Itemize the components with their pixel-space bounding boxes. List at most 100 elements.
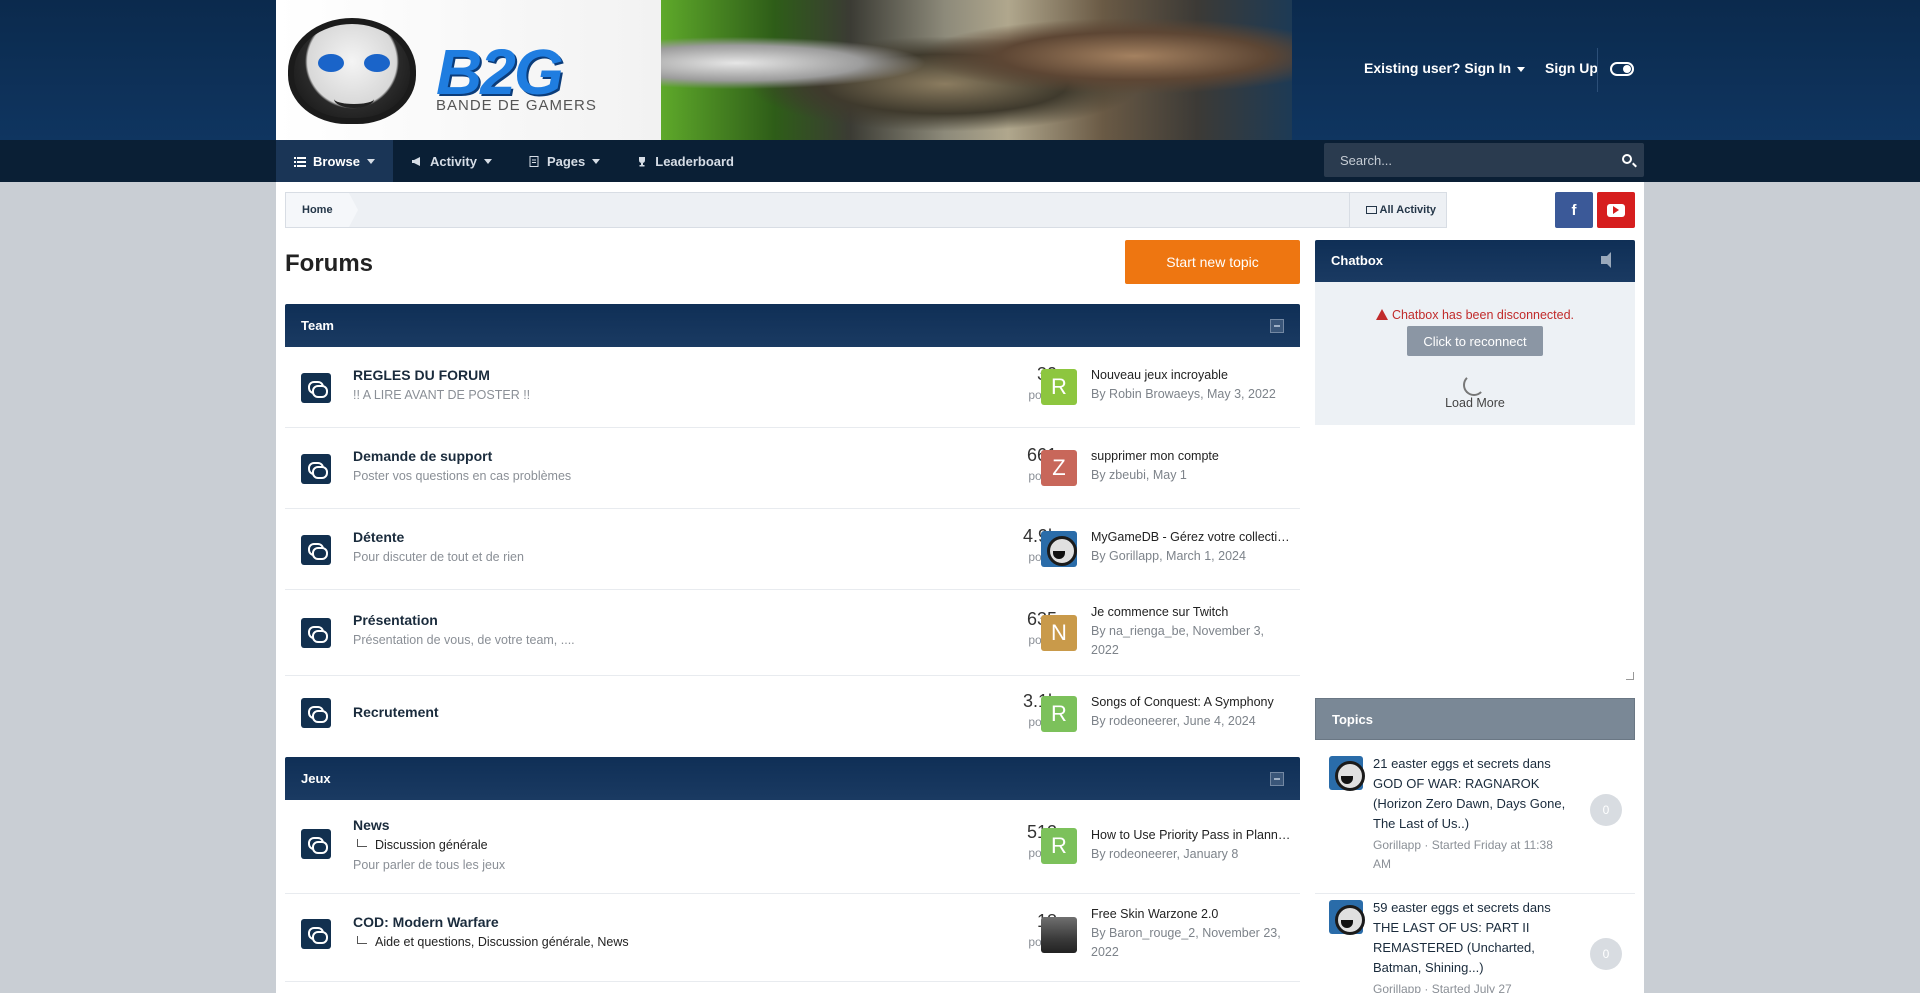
- forum-row[interactable]: Présentation Présentation de vous, de vo…: [285, 590, 1300, 676]
- avatar[interactable]: R: [1041, 828, 1077, 864]
- subforum-tree-icon: [357, 839, 367, 847]
- topic-meta: Gorillapp · Started Friday at 11:38 AM: [1373, 838, 1553, 871]
- speaker-icon[interactable]: [1601, 252, 1611, 268]
- category-header-team[interactable]: Team: [285, 304, 1300, 347]
- site-banner[interactable]: B2G BANDE DE GAMERS: [276, 0, 1292, 140]
- forum-title[interactable]: Présentation: [353, 612, 438, 628]
- search-icon[interactable]: [1622, 154, 1632, 164]
- avatar[interactable]: [1329, 756, 1365, 791]
- start-new-topic-button[interactable]: Start new topic: [1125, 240, 1300, 284]
- facebook-icon: f: [1571, 201, 1577, 219]
- forum-chat-icon: [301, 919, 331, 949]
- document-icon: [529, 155, 539, 167]
- youtube-button[interactable]: [1597, 192, 1635, 228]
- forum-row[interactable]: News Discussion générale Pour parler de …: [285, 800, 1300, 894]
- reply-count-badge: 0: [1590, 938, 1622, 970]
- resize-handle-icon[interactable]: [1626, 672, 1634, 680]
- avatar[interactable]: R: [1041, 696, 1077, 732]
- forum-title[interactable]: COD: Modern Warfare: [353, 914, 499, 930]
- last-post-meta: By Gorillapp, March 1, 2024: [1091, 549, 1246, 563]
- forum-description: Pour parler de tous les jeux: [353, 858, 506, 872]
- category-title: Jeux: [301, 771, 331, 786]
- forum-row[interactable]: Détente Pour discuter de tout et de rien…: [285, 509, 1300, 590]
- forum-chat-icon: [301, 698, 331, 728]
- nav-leaderboard[interactable]: Leaderboard: [618, 140, 752, 182]
- forum-description: !! A LIRE AVANT DE POSTER !!: [353, 388, 531, 402]
- avatar[interactable]: [1329, 900, 1365, 935]
- subforum-tree-icon: [357, 936, 367, 944]
- last-post-title[interactable]: MyGameDB - Gérez votre collection: [1091, 530, 1291, 544]
- forum-title[interactable]: Demande de support: [353, 448, 492, 464]
- forum-chat-icon: [301, 618, 331, 648]
- sign-in-label: Existing user? Sign In: [1364, 60, 1512, 76]
- topic-item[interactable]: 21 easter eggs et secrets dans GOD OF WA…: [1315, 754, 1635, 894]
- nav-activity-label: Activity: [429, 153, 477, 169]
- last-post-meta: By na_rienga_be, November 3, 2022: [1091, 624, 1265, 657]
- last-post-title[interactable]: Free Skin Warzone 2.0: [1091, 907, 1291, 921]
- subforum-link[interactable]: Discussion générale: [375, 838, 488, 852]
- forum-row[interactable]: COD: Modern Warfare Aide et questions, D…: [285, 894, 1300, 982]
- chevron-down-icon: [366, 158, 375, 164]
- trophy-icon: [639, 156, 646, 166]
- chatbox-disconnected-text: Chatbox has been disconnected.: [1391, 308, 1575, 322]
- theme-toggle-icon[interactable]: [1610, 62, 1634, 76]
- nav-pages[interactable]: Pages: [510, 140, 618, 182]
- breadcrumb: Home All Activity: [285, 192, 1447, 228]
- subforum-links[interactable]: Aide et questions, Discussion générale, …: [375, 935, 629, 949]
- search-input[interactable]: [1324, 143, 1604, 177]
- header-divider: [1597, 48, 1598, 92]
- avatar[interactable]: N: [1041, 615, 1077, 651]
- topic-item[interactable]: 59 easter eggs et secrets dans THE LAST …: [1315, 898, 1635, 993]
- last-post-title[interactable]: Je commence sur Twitch: [1091, 605, 1291, 619]
- forum-title[interactable]: REGLES DU FORUM: [353, 367, 490, 383]
- sign-in-link[interactable]: Existing user? Sign In: [1364, 60, 1526, 76]
- collapse-icon[interactable]: [1270, 772, 1284, 786]
- topics-header: Topics: [1315, 698, 1635, 740]
- subforum-list: Discussion générale: [353, 838, 488, 852]
- forum-title[interactable]: Recrutement: [353, 704, 439, 720]
- all-activity-label: All Activity: [1379, 204, 1436, 216]
- nav-browse-label: Browse: [313, 153, 360, 169]
- chatbox-header: Chatbox: [1315, 240, 1635, 282]
- collapse-icon[interactable]: [1270, 319, 1284, 333]
- last-post-title[interactable]: Songs of Conquest: A Symphony: [1091, 695, 1291, 709]
- user-links: Existing user? Sign In Sign Up: [1364, 60, 1598, 76]
- forum-row[interactable]: Recrutement 3.1k posts R Songs of Conque…: [285, 676, 1300, 757]
- forum-description: Présentation de vous, de votre team, ...…: [353, 633, 575, 647]
- reconnect-button[interactable]: Click to reconnect: [1407, 326, 1543, 356]
- facebook-button[interactable]: f: [1555, 192, 1593, 228]
- list-icon: [294, 156, 306, 167]
- avatar[interactable]: Z: [1041, 450, 1077, 486]
- forum-title[interactable]: News: [353, 817, 390, 833]
- forum-title[interactable]: Détente: [353, 529, 404, 545]
- forum-description: Pour discuter de tout et de rien: [353, 550, 524, 564]
- site-logo-subtitle: BANDE DE GAMERS: [436, 97, 597, 114]
- sign-up-link[interactable]: Sign Up: [1545, 60, 1598, 76]
- breadcrumb-home[interactable]: Home: [286, 193, 358, 227]
- main-nav: Browse Activity Pages Leaderboard: [0, 140, 1920, 182]
- topic-title[interactable]: 21 easter eggs et secrets dans GOD OF WA…: [1373, 754, 1568, 834]
- last-post-meta: By zbeubi, May 1: [1091, 468, 1187, 482]
- last-post-title[interactable]: How to Use Priority Pass in Planning: [1091, 828, 1291, 842]
- avatar[interactable]: [1041, 917, 1077, 953]
- avatar[interactable]: [1041, 531, 1077, 567]
- category-header-jeux[interactable]: Jeux: [285, 757, 1300, 800]
- chevron-down-icon: [592, 158, 601, 164]
- category-title: Team: [301, 318, 334, 333]
- all-activity-link[interactable]: All Activity: [1348, 193, 1446, 227]
- load-more-link[interactable]: Load More: [1315, 396, 1635, 410]
- chatbox-status: Chatbox has been disconnected.: [1315, 308, 1635, 322]
- last-post-title[interactable]: supprimer mon compte: [1091, 449, 1291, 463]
- nav-pages-label: Pages: [546, 153, 586, 169]
- topic-title[interactable]: 59 easter eggs et secrets dans THE LAST …: [1373, 898, 1568, 978]
- last-post-title[interactable]: Nouveau jeux incroyable: [1091, 368, 1291, 382]
- forum-row[interactable]: Demande de support Poster vos questions …: [285, 428, 1300, 509]
- forum-row[interactable]: REGLES DU FORUM !! A LIRE AVANT DE POSTE…: [285, 347, 1300, 428]
- mascot-logo-icon: [288, 18, 416, 124]
- nav-browse[interactable]: Browse: [276, 140, 393, 182]
- loading-spinner-icon: [1463, 374, 1485, 396]
- avatar[interactable]: R: [1041, 369, 1077, 405]
- nav-activity[interactable]: Activity: [393, 140, 510, 182]
- last-post-meta: By rodeoneerer, June 4, 2024: [1091, 714, 1256, 728]
- youtube-icon: [1607, 203, 1625, 217]
